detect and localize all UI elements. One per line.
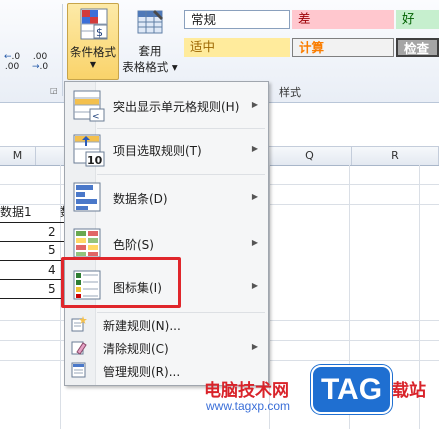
menu-item-clear-rules[interactable]: 清除规则(C) ▶ [67, 336, 266, 358]
column-header-Q[interactable]: Q [268, 147, 352, 165]
column-header-R[interactable]: R [352, 147, 439, 165]
style-neutral[interactable]: 适中 [184, 38, 290, 57]
style-normal[interactable]: 常规 [184, 10, 290, 29]
menu-item-label: 新建规则(N)... [103, 319, 181, 333]
manage-rules-icon [71, 362, 86, 378]
highlight-annotation [61, 257, 181, 308]
cell-value[interactable]: 2 [48, 222, 56, 242]
submenu-arrow-icon: ▶ [251, 342, 258, 351]
conditional-formatting-button[interactable]: $ 条件格式 ▼ [67, 3, 119, 80]
style-check-cell[interactable]: 检查 [396, 38, 439, 57]
ribbon-separator [62, 4, 63, 96]
clear-rules-icon [71, 341, 87, 355]
watermark-site-name: 电脑技术网 [204, 381, 289, 401]
submenu-arrow-icon: ▶ [251, 192, 258, 201]
menu-item-highlight-cells-rules[interactable]: < 突出显示单元格规则(H) ▶ [67, 85, 266, 127]
format-as-table-label: 套用 [138, 44, 162, 58]
new-rule-icon [71, 316, 87, 332]
data-bars-icon [73, 182, 101, 212]
svg-text:<: < [92, 112, 100, 122]
menu-item-label: 清除规则(C) [103, 342, 169, 356]
menu-item-label: 项目选取规则(T) [113, 144, 202, 158]
chevron-down-icon: ▼ [89, 60, 97, 69]
cell-value[interactable]: 5 [48, 240, 56, 260]
style-good[interactable]: 好 [396, 10, 439, 29]
conditional-formatting-menu: < 突出显示单元格规则(H) ▶ 10 项目选取规则(T) ▶ 数据条(D) ▶ [64, 81, 269, 386]
style-bad[interactable]: 差 [292, 10, 394, 29]
cell-value[interactable]: 4 [48, 260, 56, 280]
watermark-suffix: 载站 [392, 381, 426, 401]
svg-text:10: 10 [87, 154, 103, 167]
menu-item-label: 色阶(S) [113, 238, 154, 252]
menu-item-top-bottom-rules[interactable]: 10 项目选取规则(T) ▶ [67, 129, 266, 171]
submenu-arrow-icon: ▶ [251, 238, 258, 247]
increase-decimal-button[interactable]: ←.0.00 [4, 52, 20, 72]
cell-header[interactable]: 数据1 [0, 202, 32, 222]
submenu-arrow-icon: ▶ [251, 144, 258, 153]
menu-item-data-bars[interactable]: 数据条(D) ▶ [67, 175, 266, 219]
number-dialog-launcher-icon[interactable]: ◲ [50, 86, 58, 95]
format-as-table-label-2: 表格格式 ▾ [122, 60, 178, 74]
menu-item-new-rule[interactable]: 新建规则(N)... [67, 313, 266, 335]
submenu-arrow-icon: ▶ [251, 100, 258, 109]
conditional-formatting-label: 条件格式 [70, 45, 116, 59]
menu-item-label: 突出显示单元格规则(H) [113, 100, 240, 114]
cell-value[interactable]: 5 [48, 279, 56, 299]
style-calculation[interactable]: 计算 [292, 38, 394, 57]
top-bottom-rules-icon: 10 [73, 134, 105, 167]
menu-item-label: 数据条(D) [113, 192, 168, 206]
column-header-M[interactable]: M [0, 147, 36, 165]
format-as-table-button[interactable]: 套用 表格格式 ▾ [121, 3, 179, 80]
color-scales-icon [73, 228, 101, 258]
styles-group-label: 样式 [279, 86, 301, 99]
menu-item-label: 管理规则(R)... [103, 365, 181, 379]
watermark-logo: TAG [311, 365, 392, 414]
svg-text:$: $ [96, 26, 103, 39]
decrease-decimal-button[interactable]: .00 →.0 [32, 52, 48, 72]
submenu-arrow-icon: ▶ [251, 281, 258, 290]
format-as-table-icon [137, 10, 163, 34]
watermark-url: www.tagxp.com [206, 399, 291, 413]
conditional-formatting-icon: $ [80, 8, 108, 40]
highlight-cells-rules-icon: < [73, 90, 105, 122]
